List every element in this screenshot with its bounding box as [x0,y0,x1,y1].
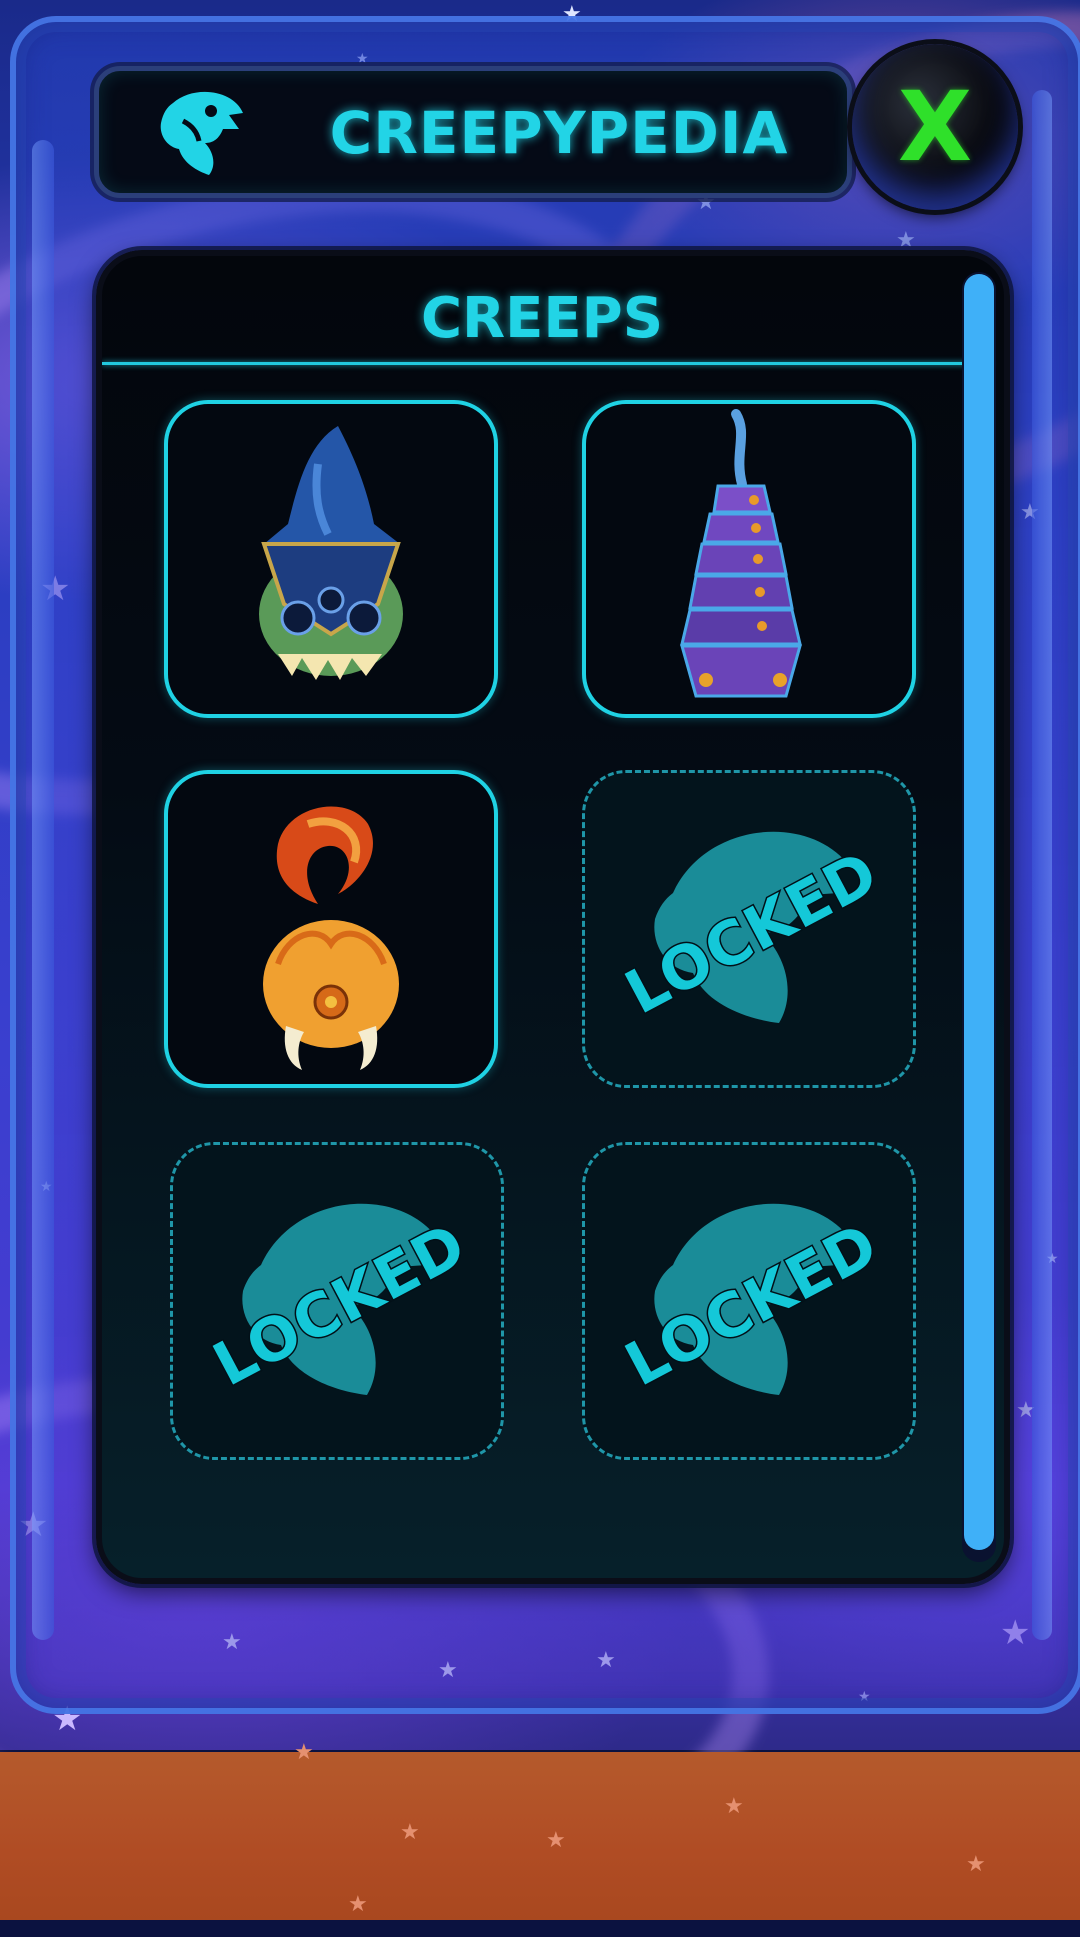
star-icon: ★ [400,1820,420,1845]
page-title: CREEPYPEDIA [329,99,789,167]
creep-card-purple-tower[interactable] [582,400,916,718]
blue-flame-helmet-creep-icon [259,426,403,680]
star-icon: ★ [294,1740,314,1765]
frame-rail [32,140,54,1640]
close-icon: X [897,71,972,183]
creep-head-logo-icon [153,85,249,179]
panel-title: CREEPS [420,286,664,351]
orange-flame-pod-creep-icon [263,806,399,1070]
creep-card-locked[interactable]: LOCKED [582,1142,916,1460]
planet-surface [0,1752,1080,1920]
star-icon: ★ [546,1828,566,1853]
creeps-panel: CREEPS LOCKED LOCKED LOCKED [96,250,1010,1584]
creep-card-locked[interactable]: LOCKED [170,1142,504,1460]
star-icon: ★ [348,1892,368,1917]
creep-card-orange-pod[interactable] [164,770,498,1088]
star-icon: ★ [724,1794,744,1819]
purple-tower-tentacle-creep-icon [680,409,802,698]
creep-card-blue-helmet[interactable] [164,400,498,718]
scrollbar-thumb[interactable] [964,274,994,1550]
star-icon: ★ [966,1852,986,1877]
title-bar: CREEPYPEDIA [94,66,852,198]
divider [102,362,992,365]
close-button[interactable]: X [852,44,1018,210]
frame-rail [1032,90,1052,1640]
creep-card-locked[interactable]: LOCKED [582,770,916,1088]
